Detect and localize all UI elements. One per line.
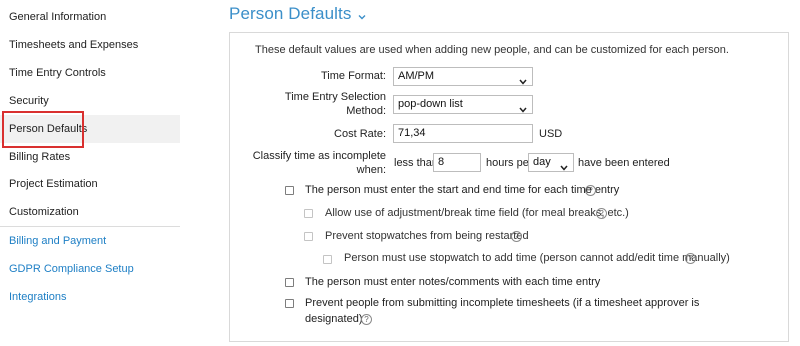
help-icon[interactable]: ? bbox=[585, 185, 596, 196]
start-end-time-checkbox[interactable] bbox=[285, 186, 294, 195]
prevent-incomplete-label-line2: designated) bbox=[305, 313, 363, 325]
sidebar-item-timesheets-expenses[interactable]: Timesheets and Expenses bbox=[0, 31, 180, 59]
entry-method-value: pop-down list bbox=[398, 98, 463, 110]
entry-method-label-line1: Time Entry Selection bbox=[284, 91, 386, 103]
settings-sidebar: General Information Timesheets and Expen… bbox=[0, 0, 180, 346]
classify-label-line2: when: bbox=[356, 164, 386, 176]
stopwatch-only-label: Person must use stopwatch to add time (p… bbox=[344, 252, 730, 264]
stopwatch-only-checkbox[interactable] bbox=[323, 255, 332, 264]
period-select[interactable]: day bbox=[528, 153, 574, 172]
help-icon[interactable]: ? bbox=[361, 314, 372, 325]
prevent-restart-label: Prevent stopwatches from being restarted bbox=[325, 230, 529, 242]
chevron-down-icon bbox=[519, 102, 527, 119]
person-defaults-panel: These default values are used when addin… bbox=[229, 32, 789, 342]
entry-method-select[interactable]: pop-down list bbox=[393, 95, 533, 114]
classify-suffix-text: have been entered bbox=[578, 157, 670, 169]
chevron-down-icon bbox=[358, 5, 366, 25]
sidebar-item-billing-payment[interactable]: Billing and Payment bbox=[0, 227, 180, 255]
classify-prefix-text: less than bbox=[394, 157, 439, 169]
sidebar-item-customization[interactable]: Customization bbox=[0, 198, 180, 226]
cost-rate-unit: USD bbox=[539, 128, 563, 140]
sidebar-item-general-information[interactable]: General Information bbox=[0, 3, 180, 31]
intro-text: These default values are used when addin… bbox=[255, 44, 729, 56]
help-icon[interactable]: ? bbox=[511, 231, 522, 242]
prevent-incomplete-label-line1: Prevent people from submitting incomplet… bbox=[305, 297, 700, 309]
entry-method-label: Time Entry Selection Method: bbox=[285, 90, 386, 118]
sidebar-item-time-entry-controls[interactable]: Time Entry Controls bbox=[0, 59, 180, 87]
annotation-highlight-box bbox=[2, 111, 84, 148]
time-format-value: AM/PM bbox=[398, 70, 435, 82]
sidebar-item-gdpr-setup[interactable]: GDPR Compliance Setup bbox=[0, 255, 180, 283]
entry-method-label-line2: Method: bbox=[346, 105, 386, 117]
classify-label: Classify time as incomplete when: bbox=[253, 149, 386, 177]
help-icon[interactable]: ? bbox=[685, 253, 696, 264]
classify-label-line1: Classify time as incomplete bbox=[252, 150, 386, 162]
chevron-down-icon bbox=[560, 160, 568, 177]
prevent-incomplete-checkbox[interactable] bbox=[285, 299, 294, 308]
sidebar-item-integrations[interactable]: Integrations bbox=[0, 283, 180, 311]
hours-per-text: hours per bbox=[486, 157, 533, 169]
notes-required-checkbox[interactable] bbox=[285, 278, 294, 287]
page-title[interactable]: Person Defaults bbox=[229, 4, 366, 25]
page-title-text: Person Defaults bbox=[229, 4, 352, 23]
adjustment-field-checkbox[interactable] bbox=[304, 209, 313, 218]
adjustment-field-label: Allow use of adjustment/break time field… bbox=[325, 207, 629, 219]
start-end-time-label: The person must enter the start and end … bbox=[305, 184, 620, 196]
cost-rate-value: 71,34 bbox=[398, 127, 426, 139]
hours-threshold-value: 8 bbox=[438, 156, 445, 168]
chevron-down-icon bbox=[519, 74, 527, 91]
cost-rate-label: Cost Rate: bbox=[334, 128, 386, 140]
sidebar-item-project-estimation[interactable]: Project Estimation bbox=[0, 170, 180, 198]
period-value: day bbox=[533, 156, 551, 168]
notes-required-label: The person must enter notes/comments wit… bbox=[305, 276, 601, 288]
time-format-label: Time Format: bbox=[321, 70, 386, 82]
time-format-select[interactable]: AM/PM bbox=[393, 67, 533, 86]
prevent-restart-checkbox[interactable] bbox=[304, 232, 313, 241]
help-icon[interactable]: ? bbox=[596, 208, 607, 219]
cost-rate-input[interactable]: 71,34 bbox=[393, 124, 533, 143]
hours-threshold-input[interactable]: 8 bbox=[433, 153, 481, 172]
